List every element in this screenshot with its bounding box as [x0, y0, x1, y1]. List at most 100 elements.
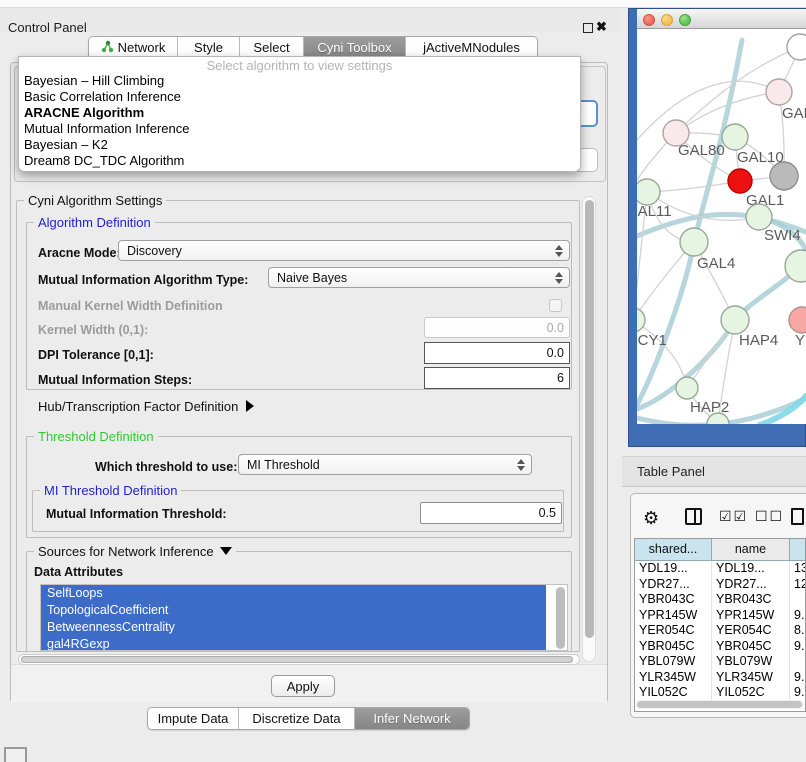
- table-row[interactable]: YBR045CYBR045C9.: [635, 639, 805, 655]
- table-cell[interactable]: YBR043C: [635, 592, 712, 608]
- algorithm-option-aracne-algorithm[interactable]: ARACNE Algorithm: [19, 105, 580, 121]
- table-cell[interactable]: 9.: [790, 685, 806, 701]
- table-row[interactable]: YIL052CYIL052C9.: [635, 685, 805, 701]
- deselect-columns-icon[interactable]: ☐☐: [755, 508, 784, 525]
- table-cell[interactable]: 8.: [790, 623, 806, 639]
- table-cell[interactable]: [790, 654, 806, 670]
- attribute-item-selfloops[interactable]: SelfLoops: [41, 585, 546, 602]
- algorithm-option-dream8-dc-tdc-algorithm[interactable]: Dream8 DC_TDC Algorithm: [19, 153, 580, 169]
- network-node-hap2[interactable]: [676, 377, 698, 399]
- network-canvas[interactable]: GALGAL80GAL10GAL1GAL11SWI4GAL4GCY1HAP4YH…: [637, 29, 806, 424]
- table-cell[interactable]: YBR045C: [712, 639, 790, 655]
- tab-impute-data[interactable]: Impute Data: [148, 708, 238, 729]
- network-node-gal11[interactable]: [637, 179, 660, 205]
- network-node-gcy1[interactable]: [637, 308, 645, 332]
- algorithm-option-basic-correlation-inference[interactable]: Basic Correlation Inference: [19, 89, 580, 105]
- tab-infer-network[interactable]: Infer Network: [354, 708, 469, 729]
- network-edge[interactable]: [647, 181, 740, 192]
- which-threshold-select[interactable]: MI Threshold: [238, 454, 532, 475]
- vertical-scrollbar-thumb[interactable]: [585, 200, 594, 638]
- table-cell[interactable]: [790, 592, 806, 608]
- table-cell[interactable]: 9.: [790, 639, 806, 655]
- algorithm-option-mutual-information-inference[interactable]: Mutual Information Inference: [19, 121, 580, 137]
- table-cell[interactable]: YER054C: [712, 623, 790, 639]
- minimized-panel-icon[interactable]: [4, 747, 27, 762]
- close-window-icon[interactable]: [643, 14, 655, 26]
- table-cell[interactable]: YPR145W: [712, 608, 790, 624]
- table-cell[interactable]: YPR145W: [635, 608, 712, 624]
- table-cell[interactable]: YBR043C: [712, 592, 790, 608]
- network-edge[interactable]: [637, 40, 742, 405]
- minimize-window-icon[interactable]: [661, 14, 673, 26]
- table-cell[interactable]: YDL19...: [712, 561, 790, 577]
- network-node-gal10[interactable]: [722, 124, 748, 150]
- table-cell[interactable]: 9.: [790, 608, 806, 624]
- table-cell[interactable]: YER054C: [635, 623, 712, 639]
- table-row[interactable]: YPR145WYPR145W9.: [635, 608, 805, 624]
- tab-style[interactable]: Style: [177, 37, 239, 58]
- tab-cyni-toolbox[interactable]: Cyni Toolbox: [303, 37, 405, 58]
- tab-network[interactable]: Network: [89, 37, 177, 58]
- sources-group-title[interactable]: Sources for Network Inference: [34, 544, 236, 559]
- table-cell[interactable]: YIL052C: [635, 685, 712, 701]
- table-horizontal-scrollbar[interactable]: [636, 700, 804, 709]
- network-node-gal4[interactable]: [680, 228, 708, 256]
- settings-vertical-scrollbar[interactable]: [582, 196, 596, 662]
- network-node-y[interactable]: [789, 307, 806, 333]
- settings-horizontal-scrollbar[interactable]: [18, 654, 580, 665]
- table-row[interactable]: YDL19...YDL19...13: [635, 561, 805, 577]
- table-cell[interactable]: YBL079W: [635, 654, 712, 670]
- mi-steps-field[interactable]: [424, 367, 570, 389]
- horizontal-scrollbar-thumb[interactable]: [21, 656, 573, 663]
- table-row[interactable]: YLR345WYLR345W9.: [635, 670, 805, 686]
- table-cell[interactable]: YDL19...: [635, 561, 712, 577]
- split-columns-icon[interactable]: [685, 508, 702, 525]
- float-panel-icon[interactable]: [583, 23, 593, 33]
- aracne-mode-select[interactable]: Discovery: [118, 240, 570, 261]
- algorithm-option-bayesian-k2[interactable]: Bayesian – K2: [19, 137, 580, 153]
- mi-threshold-field[interactable]: [420, 502, 562, 524]
- table-row[interactable]: YER054CYER054C8.: [635, 623, 805, 639]
- table-cell[interactable]: YIL052C: [712, 685, 790, 701]
- table-cell[interactable]: 12: [790, 577, 806, 593]
- table-cell[interactable]: YDR27...: [712, 577, 790, 593]
- attribute-item-topologicalcoefficient[interactable]: TopologicalCoefficient: [41, 602, 546, 619]
- algorithm-option-bayesian-hill-climbing[interactable]: Bayesian – Hill Climbing: [19, 73, 580, 89]
- tab-jactivemnodules[interactable]: jActiveMNodules: [405, 37, 537, 58]
- network-node[interactable]: [770, 162, 798, 190]
- gear-icon[interactable]: ⚙: [643, 508, 659, 529]
- tab-select[interactable]: Select: [239, 37, 303, 58]
- network-node[interactable]: [787, 34, 806, 60]
- network-node-gal[interactable]: [766, 79, 792, 105]
- mi-type-select[interactable]: Naive Bayes: [268, 267, 570, 288]
- network-node-hap4[interactable]: [721, 306, 749, 334]
- table-row[interactable]: YBL079WYBL079W: [635, 654, 805, 670]
- column-header-col2[interactable]: [790, 539, 806, 560]
- network-window-titlebar[interactable]: [637, 9, 806, 29]
- dpi-tolerance-field[interactable]: [424, 342, 570, 364]
- network-node-gal1[interactable]: [728, 169, 752, 193]
- new-document-icon[interactable]: [791, 508, 804, 525]
- zoom-window-icon[interactable]: [679, 14, 691, 26]
- network-edge[interactable]: [637, 81, 779, 140]
- column-header-shared[interactable]: shared...: [635, 539, 712, 560]
- table-cell[interactable]: YBR045C: [635, 639, 712, 655]
- attribute-item-betweennesscentrality[interactable]: BetweennessCentrality: [41, 619, 546, 636]
- table-row[interactable]: YDR27...YDR27...12: [635, 577, 805, 593]
- table-cell[interactable]: YLR345W: [712, 670, 790, 686]
- table-cell[interactable]: YLR345W: [635, 670, 712, 686]
- table-cell[interactable]: YDR27...: [635, 577, 712, 593]
- close-panel-icon[interactable]: ✖: [596, 19, 607, 35]
- table-row[interactable]: YBR043CYBR043C: [635, 592, 805, 608]
- table-cell[interactable]: 13: [790, 561, 806, 577]
- hub-definition-expander[interactable]: Hub/Transcription Factor Definition: [38, 399, 254, 414]
- table-cell[interactable]: 9.: [790, 670, 806, 686]
- select-all-columns-icon[interactable]: ☑☑: [719, 508, 748, 525]
- attribute-item-gal4rgexp[interactable]: gal4RGexp: [41, 636, 546, 651]
- list-scrollbar-thumb[interactable]: [556, 587, 565, 649]
- table-scrollbar-thumb[interactable]: [637, 701, 802, 708]
- column-header-name[interactable]: name: [712, 539, 790, 560]
- apply-button[interactable]: Apply: [271, 675, 335, 697]
- tab-discretize-data[interactable]: Discretize Data: [238, 708, 354, 729]
- table-cell[interactable]: YBL079W: [712, 654, 790, 670]
